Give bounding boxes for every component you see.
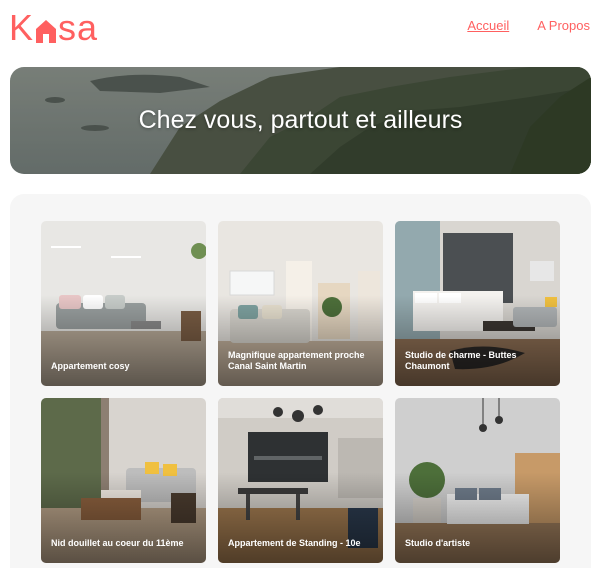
listing-title: Studio de charme - Buttes Chaumont — [405, 350, 517, 371]
listing-card[interactable]: Nid douillet au coeur du 11ème — [41, 398, 206, 563]
listing-card[interactable]: Magnifique appartement proche Canal Sain… — [218, 221, 383, 386]
listing-title: Studio d'artiste — [405, 538, 471, 548]
listings-gallery: Appartement cosy Magnifique appartement … — [10, 194, 591, 568]
hero-banner: Chez vous, partout et ailleurs — [10, 67, 591, 174]
listing-card[interactable]: Appartement cosy — [41, 221, 206, 386]
listing-card[interactable]: Appartement de Standing - 10e — [218, 398, 383, 563]
listing-title: Magnifique appartement proche Canal Sain… — [228, 350, 365, 371]
house-icon — [35, 18, 57, 44]
logo-letters-sa: sa — [58, 7, 99, 48]
listing-title: Nid douillet au coeur du 11ème — [51, 538, 184, 548]
header: K sa Accueil A Propos — [0, 0, 600, 56]
listing-card[interactable]: Studio de charme - Buttes Chaumont — [395, 221, 560, 386]
nav-link-a-propos[interactable]: A Propos — [537, 18, 590, 33]
kasa-logo[interactable]: K sa — [9, 6, 98, 46]
main-nav: Accueil A Propos — [467, 18, 590, 33]
listing-title: Appartement de Standing - 10e — [228, 538, 361, 548]
listing-card[interactable]: Studio d'artiste — [395, 398, 560, 563]
logo-letter-k: K — [9, 7, 35, 48]
listing-title: Appartement cosy — [51, 361, 130, 371]
nav-link-accueil[interactable]: Accueil — [467, 18, 509, 33]
banner-title: Chez vous, partout et ailleurs — [138, 106, 463, 134]
